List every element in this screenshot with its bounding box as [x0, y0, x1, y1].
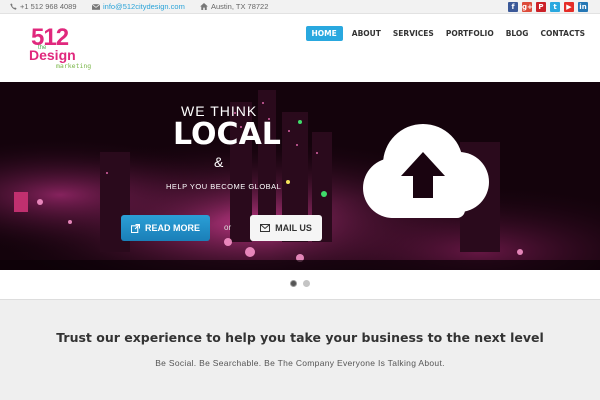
hero-slider: WE THINK LOCAL & HELP YOU BECOME GLOBAL … [0, 82, 600, 270]
nav-blog[interactable]: BLOG [503, 26, 532, 41]
location-info: Austin, TX 78722 [200, 2, 268, 11]
twitter-icon[interactable]: t [550, 2, 560, 12]
nav-portfolio[interactable]: PORTFOLIO [443, 26, 497, 41]
external-link-icon [130, 223, 140, 233]
logo-tagline: marketing [56, 62, 92, 70]
hero-line-global: HELP YOU BECOME GLOBAL [166, 182, 282, 191]
home-icon [200, 3, 208, 10]
slider-dot-1[interactable] [290, 280, 297, 287]
google-plus-icon[interactable]: g+ [522, 2, 533, 12]
read-more-button[interactable]: READ MORE [121, 215, 210, 241]
linkedin-icon[interactable]: in [578, 2, 588, 12]
nav-home[interactable]: HOME [305, 26, 343, 41]
location-text: Austin, TX 78722 [211, 2, 269, 11]
section-heading: Trust our experience to help you take yo… [56, 330, 544, 345]
cloud-upload-icon [363, 124, 489, 218]
phone-icon [10, 3, 17, 10]
main-nav: HOME ABOUT SERVICES PORTFOLIO BLOG CONTA… [305, 26, 588, 41]
logo-word: Design [29, 47, 76, 63]
email-info[interactable]: info@512citydesign.com [92, 2, 185, 11]
envelope-icon [92, 3, 100, 10]
phone-info: +1 512 968 4089 [10, 2, 77, 11]
mail-us-label: MAIL US [275, 223, 312, 233]
facebook-icon[interactable]: f [508, 2, 518, 12]
nav-about[interactable]: ABOUT [349, 26, 384, 41]
hero-line-local: LOCAL [173, 117, 281, 152]
slider-pagination [0, 270, 600, 300]
mail-us-button[interactable]: MAIL US [250, 215, 322, 241]
phone-number: +1 512 968 4089 [20, 2, 77, 11]
top-contact-bar: +1 512 968 4089 info@512citydesign.com A… [0, 0, 600, 14]
city-night-background [0, 82, 600, 270]
slider-dot-2[interactable] [303, 280, 310, 287]
hero-or-text: or [224, 223, 232, 232]
envelope-icon [260, 224, 271, 232]
pinterest-icon[interactable]: P [536, 2, 546, 12]
read-more-label: READ MORE [144, 223, 200, 233]
hero-ampersand: & [214, 154, 224, 170]
section-subheading: Be Social. Be Searchable. Be The Company… [155, 358, 445, 368]
social-links: f g+ Pt ▶ in [508, 2, 588, 12]
site-logo[interactable]: 512 the Design marketing [29, 26, 92, 82]
site-header: 512 the Design marketing HOME ABOUT SERV… [0, 14, 600, 82]
nav-contacts[interactable]: CONTACTS [537, 26, 588, 41]
email-link[interactable]: info@512citydesign.com [103, 2, 185, 11]
nav-services[interactable]: SERVICES [390, 26, 437, 41]
youtube-icon[interactable]: ▶ [564, 2, 574, 12]
